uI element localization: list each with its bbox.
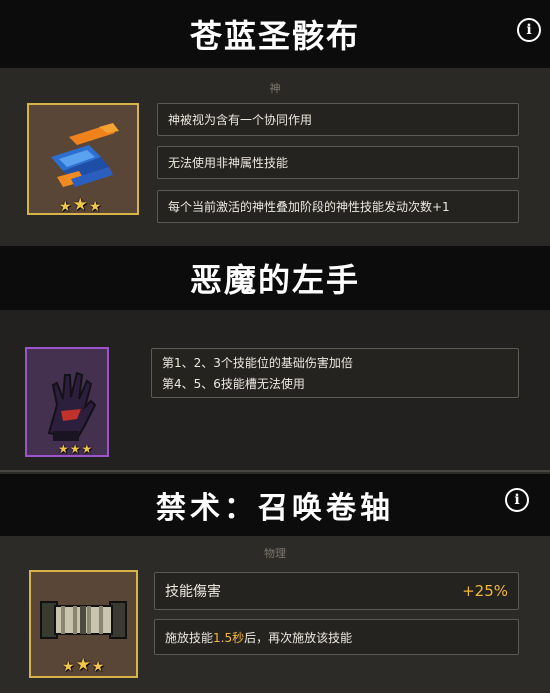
item-category: 神	[269, 82, 281, 95]
item-icon-frame[interactable]: ★ ★ ★	[27, 103, 139, 215]
effect-line: 第1、2、3个技能位的基础伤害加倍	[162, 356, 353, 370]
stat-value: +25%	[462, 582, 508, 600]
item-title: 苍蓝圣骸布	[189, 17, 360, 55]
effect-highlight: 1.5秒	[213, 630, 245, 645]
demon-hand-icon	[47, 371, 97, 441]
item-title-bar: 禁术：召唤卷轴 i	[0, 474, 550, 536]
info-icon[interactable]: i	[517, 18, 541, 42]
item-panel: 神 ★ ★ ★ 神被视为含有一个协同作用 无法使用非神属性技能 每个当前激活的神…	[0, 68, 550, 242]
effect-line: 神被视为含有一个协同作用	[157, 103, 519, 136]
stat-row: 技能傷害 +25%	[154, 572, 519, 610]
effect-line: 每个当前激活的神性叠加阶段的神性技能发动次数+1	[157, 190, 519, 223]
star-icon: ★	[59, 199, 72, 215]
effect-text: 后，再次施放该技能	[244, 630, 353, 645]
info-icon[interactable]: i	[505, 488, 529, 512]
star-icon: ★	[62, 659, 75, 675]
item-title: 禁术：召唤卷轴	[156, 491, 394, 526]
effect-line: 第4、5、6技能槽无法使用	[162, 377, 305, 391]
star-icon: ★	[81, 442, 93, 456]
star-icon: ★	[88, 199, 102, 215]
effect-line: 无法使用非神属性技能	[157, 146, 519, 179]
star-icon: ★	[58, 442, 69, 456]
item-title-bar: 苍蓝圣骸布 i	[0, 0, 550, 68]
star-icon: ★	[72, 195, 88, 215]
stat-label: 技能傷害	[165, 584, 221, 600]
rarity-stars: ★ ★ ★	[62, 655, 105, 675]
item-icon-frame[interactable]: ★ ★ ★	[29, 570, 138, 678]
star-icon: ★	[75, 655, 91, 675]
star-icon: ★	[91, 659, 105, 675]
star-icon: ★	[69, 442, 81, 456]
rarity-stars: ★ ★ ★	[59, 195, 102, 215]
rarity-stars: ★ ★ ★	[58, 442, 92, 456]
item-panel: ★ ★ ★ 第1、2、3个技能位的基础伤害加倍 第4、5、6技能槽无法使用	[0, 310, 550, 470]
effect-text: 施放技能	[165, 630, 214, 645]
effect-box: 第1、2、3个技能位的基础伤害加倍 第4、5、6技能槽无法使用	[151, 348, 519, 398]
item-title-bar: 恶魔的左手	[0, 246, 550, 310]
effect-line: 施放技能 1.5秒 后，再次施放该技能	[154, 619, 519, 655]
item-icon-frame[interactable]: ★ ★ ★	[25, 347, 109, 457]
item-category: 物理	[264, 547, 286, 560]
item-title: 恶魔的左手	[189, 261, 360, 299]
